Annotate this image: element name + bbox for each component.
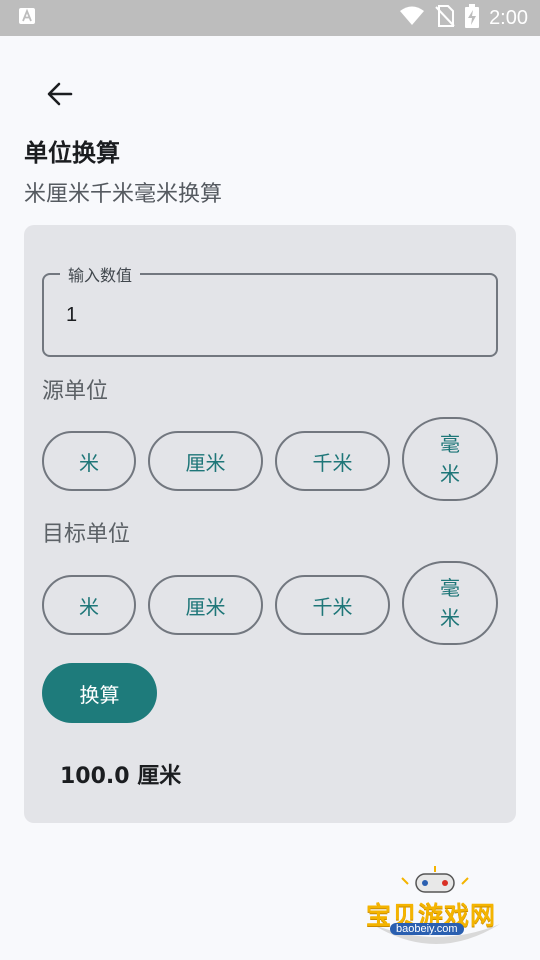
target-chip-centimeter[interactable]: 厘米	[148, 575, 263, 635]
page-title: 单位换算	[24, 139, 120, 167]
value-field[interactable]: 输入数值	[42, 262, 498, 357]
converter-card: 输入数值 源单位 米 厘米 千米 毫米 目标单位 米 厘米 千米 毫米 换算 1…	[24, 225, 516, 823]
back-button[interactable]	[36, 74, 84, 118]
source-chip-meter[interactable]: 米	[42, 431, 136, 491]
watermark-url: baobeiy.com	[390, 923, 464, 935]
source-unit-label: 源单位	[42, 379, 109, 404]
no-sim-icon	[435, 5, 455, 31]
convert-button[interactable]: 换算	[42, 663, 157, 723]
target-chip-millimeter[interactable]: 毫米	[402, 561, 498, 645]
target-unit-chips: 米 厘米 千米 毫米	[42, 561, 502, 645]
target-chip-kilometer[interactable]: 千米	[275, 575, 390, 635]
arrow-left-icon	[46, 80, 74, 112]
battery-charging-icon	[465, 4, 480, 32]
source-chip-kilometer[interactable]: 千米	[275, 431, 390, 491]
target-chip-meter[interactable]: 米	[42, 575, 136, 635]
watermark-logo: 宝贝游戏网 baobeiy.com	[362, 866, 510, 950]
wifi-icon	[399, 6, 425, 30]
value-field-label: 输入数值	[60, 262, 141, 286]
value-input[interactable]	[66, 297, 466, 333]
source-chip-millimeter[interactable]: 毫米	[402, 417, 498, 501]
page-subtitle: 米厘米千米毫米换算	[24, 182, 223, 207]
a11y-icon	[18, 7, 36, 29]
status-bar: 2:00	[0, 0, 540, 36]
clock: 2:00	[489, 6, 528, 29]
source-chip-centimeter[interactable]: 厘米	[148, 431, 263, 491]
source-unit-chips: 米 厘米 千米 毫米	[42, 417, 502, 501]
result-text: 100.0 厘米	[60, 764, 182, 789]
target-unit-label: 目标单位	[42, 522, 131, 547]
